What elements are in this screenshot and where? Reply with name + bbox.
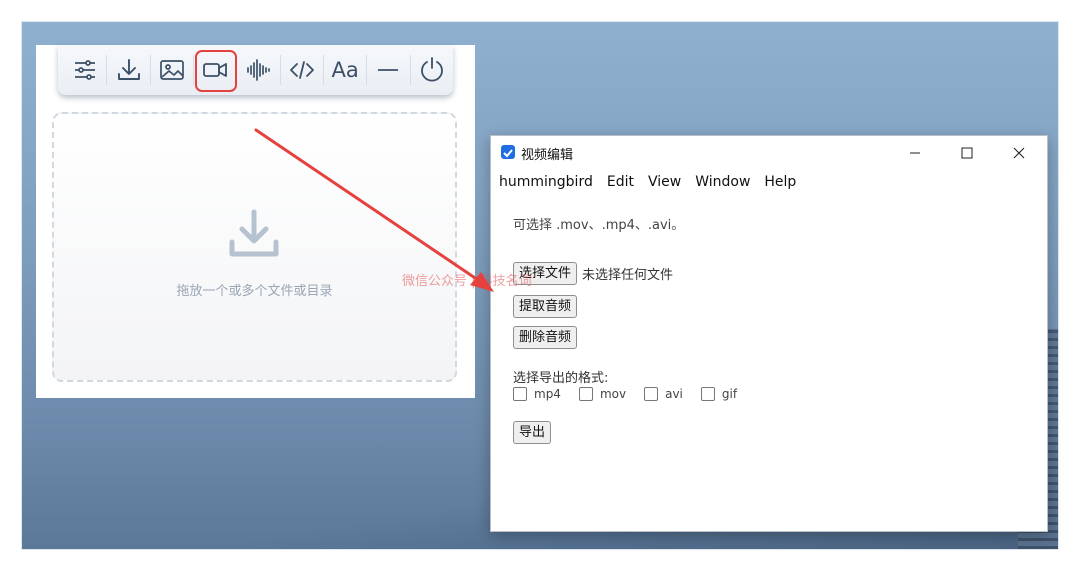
dropzone-text: 拖放一个或多个文件或目录: [176, 284, 333, 299]
menu-hummingbird[interactable]: hummingbird: [499, 172, 593, 192]
power-button[interactable]: [411, 48, 453, 92]
power-icon: [420, 57, 443, 82]
menu-view[interactable]: View: [648, 172, 681, 192]
file-picker-row: 选择文件 未选择任何文件: [513, 262, 673, 285]
close-icon: [1013, 147, 1025, 159]
format-checkbox-mp4[interactable]: [513, 387, 527, 401]
extract-audio-button[interactable]: 提取音频: [513, 295, 578, 318]
sliders-button[interactable]: [64, 48, 106, 92]
file-status: 未选择任何文件: [582, 268, 674, 283]
file-dropzone[interactable]: 拖放一个或多个文件或目录: [52, 112, 457, 382]
menubar: hummingbird Edit View Window Help: [499, 172, 796, 192]
download-button[interactable]: [107, 48, 149, 92]
minimize-button[interactable]: [367, 48, 409, 92]
audio-button[interactable]: [237, 48, 279, 92]
menu-window[interactable]: Window: [695, 172, 750, 192]
format-checkbox-mov[interactable]: [578, 387, 593, 401]
menu-help[interactable]: Help: [764, 172, 796, 192]
format-option-mov: mov: [578, 387, 627, 401]
image-icon: [159, 60, 184, 80]
download-icon: [229, 209, 279, 257]
format-label-gif: gif: [721, 387, 738, 401]
format-hint: 可选择 .mov、.mp4、.avi。: [513, 218, 685, 233]
format-option-mp4: mp4: [513, 387, 561, 401]
audio-wave-icon: [247, 59, 271, 81]
toolbar: Aa: [58, 45, 453, 95]
menu-edit[interactable]: Edit: [607, 172, 634, 192]
download-icon: [117, 59, 140, 80]
video-camera-icon: [203, 63, 228, 77]
image-button[interactable]: [151, 48, 193, 92]
font-icon: Aa: [331, 58, 359, 82]
window-title: 视频编辑: [521, 148, 574, 163]
minimize-icon: [910, 152, 920, 154]
maximize-window-button[interactable]: [945, 140, 989, 166]
close-window-button[interactable]: [997, 140, 1041, 166]
app-panel: Aa 拖放一个或多个文件或目录: [36, 45, 475, 398]
format-label-mov: mov: [599, 387, 627, 401]
minimize-icon: [378, 69, 399, 71]
format-label-avi: avi: [665, 387, 683, 401]
font-button[interactable]: Aa: [324, 48, 366, 92]
watermark: 微信公众号 | 科技名词: [402, 274, 532, 289]
format-checkbox-gif[interactable]: [700, 387, 715, 401]
check-icon: [503, 149, 513, 158]
app-icon: [501, 145, 515, 159]
titlebar: 视频编辑: [491, 136, 1047, 168]
maximize-icon: [961, 147, 973, 159]
export-button[interactable]: 导出: [513, 421, 552, 444]
code-button[interactable]: [281, 48, 323, 92]
format-option-gif: gif: [700, 387, 738, 401]
export-format-options: mp4 mov avi gif: [513, 387, 755, 401]
video-edit-window: 视频编辑 hummingbird Edit View Window Help 可…: [490, 135, 1048, 532]
remove-audio-button[interactable]: 删除音频: [513, 326, 578, 349]
video-button[interactable]: [194, 48, 238, 92]
code-icon: [289, 61, 314, 79]
export-format-label: 选择导出的格式:: [513, 371, 609, 386]
format-checkbox-avi[interactable]: [644, 387, 659, 401]
minimize-window-button[interactable]: [893, 140, 937, 166]
format-label-mp4: mp4: [534, 387, 561, 401]
sliders-icon: [75, 60, 96, 80]
format-option-avi: avi: [644, 387, 683, 401]
